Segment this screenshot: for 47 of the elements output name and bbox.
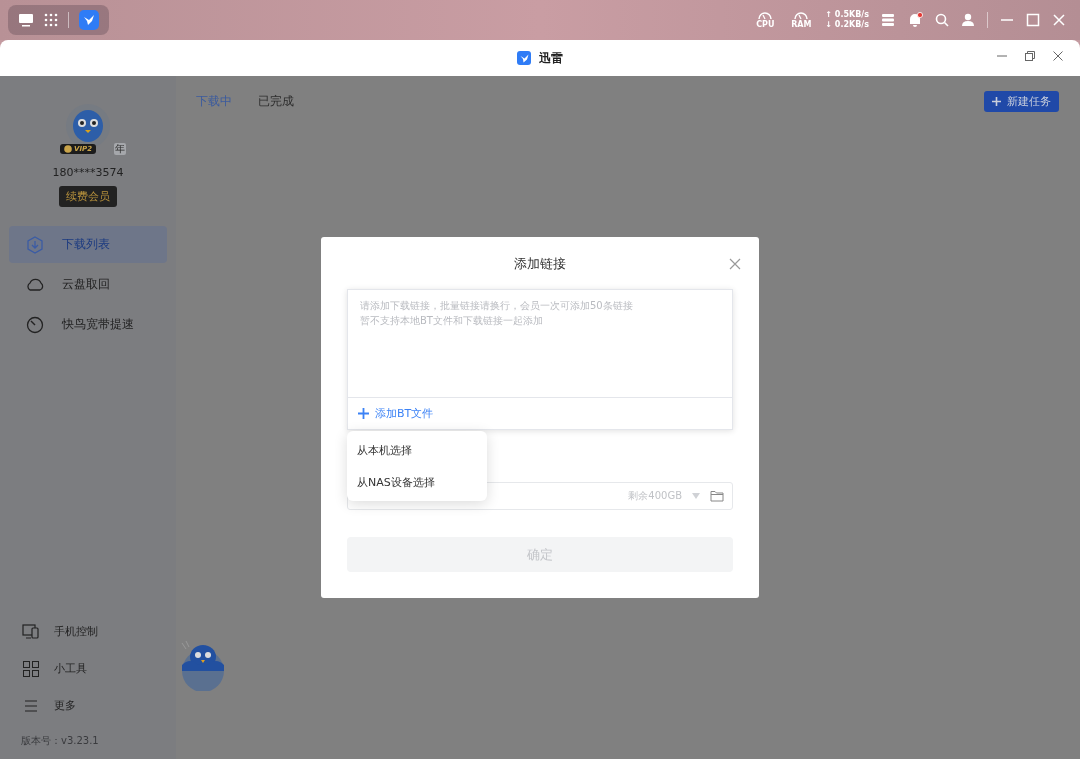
gauge-label: CPU [756, 20, 775, 29]
download-icon [26, 235, 44, 254]
plus-icon [992, 96, 1001, 106]
nav-label: 小工具 [54, 661, 87, 676]
nav-label: 云盘取回 [62, 276, 110, 293]
menu-item[interactable]: 从本机选择 [347, 434, 487, 466]
close-icon[interactable] [1052, 50, 1064, 62]
nav-item[interactable]: 手机控制 [0, 613, 176, 650]
nav-item[interactable]: 小工具 [0, 650, 176, 687]
speed-reading: ↑ 0.5KB/s [825, 10, 869, 20]
tab[interactable]: 已完成 [258, 92, 294, 110]
phone-number: 180****3574 [52, 166, 124, 179]
folder-icon[interactable] [710, 490, 724, 502]
nav-label: 手机控制 [54, 624, 98, 639]
nav-label: 更多 [54, 698, 76, 713]
speedometer-icon [26, 315, 44, 334]
avatar[interactable] [66, 104, 110, 148]
year-tag: 年 [114, 143, 126, 155]
search-icon[interactable] [935, 13, 949, 27]
monitor-icon[interactable] [18, 13, 34, 27]
grid-icon[interactable] [44, 13, 58, 27]
gauge-label: RAM [791, 20, 812, 29]
grid-icon [22, 659, 40, 678]
plus-icon [358, 408, 369, 419]
restore-icon[interactable] [1024, 50, 1036, 62]
new-task-button[interactable]: 新建任务 [984, 90, 1059, 112]
close-icon[interactable] [729, 258, 741, 270]
nav-item[interactable]: 更多 [0, 687, 176, 724]
renew-button[interactable]: 续费会员 [59, 186, 117, 207]
nav-item[interactable]: 下载列表 [9, 226, 167, 263]
window-title: 迅雷 [539, 49, 563, 67]
gauge-icon[interactable] [793, 11, 810, 20]
server-icon[interactable] [881, 13, 895, 27]
speed-reading: ↓ 0.2KB/s [825, 20, 869, 30]
nav-label: 下载列表 [62, 236, 110, 253]
maximize-icon[interactable] [1026, 13, 1040, 27]
user-icon[interactable] [961, 13, 975, 27]
gauge-icon[interactable] [757, 11, 774, 20]
nav-item[interactable]: 云盘取回 [9, 266, 167, 303]
add-bt-file-button[interactable]: 添加BT文件 [348, 398, 732, 429]
coin-icon [64, 145, 72, 153]
dialog-title: 添加链接 [513, 255, 567, 273]
nav-label: 快鸟宽带提速 [62, 316, 134, 333]
nav-item[interactable]: 快鸟宽带提速 [9, 306, 167, 343]
caret-icon[interactable] [692, 493, 700, 499]
bell-icon[interactable] [907, 12, 923, 28]
devices-icon [22, 622, 40, 641]
